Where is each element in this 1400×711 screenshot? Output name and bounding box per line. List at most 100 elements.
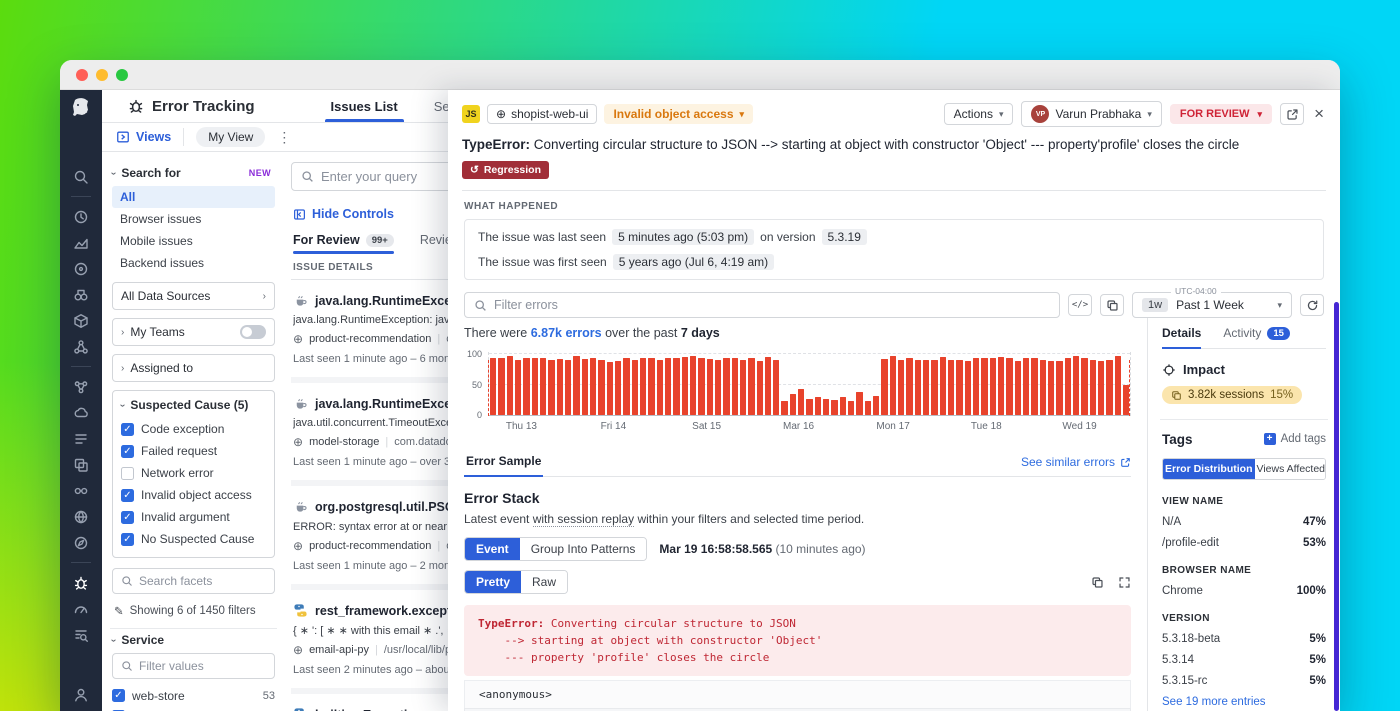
service-facet-header[interactable]: › Service (112, 633, 275, 647)
copy-query-button[interactable] (1100, 294, 1124, 316)
tag-value: Chrome (1162, 585, 1203, 597)
tab-issues-list[interactable]: Issues List (313, 90, 416, 122)
search-for-option[interactable]: Backend issues (112, 252, 275, 274)
assigned-to-facet[interactable]: › Assigned to (112, 354, 275, 382)
see-more-entries-link[interactable]: See 19 more entries (1162, 696, 1326, 708)
sidebar-icon[interactable] (73, 626, 90, 643)
sidebar-icon[interactable] (73, 260, 90, 277)
sidebar-icon[interactable] (73, 312, 90, 329)
my-teams-facet[interactable]: › My Teams (112, 318, 275, 346)
views-button[interactable]: Views (116, 130, 171, 144)
event-button[interactable]: Event (465, 538, 520, 560)
search-for-header[interactable]: › Search for NEW (112, 166, 275, 180)
query-syntax-button[interactable]: </> (1068, 294, 1092, 316)
tab-error-sample[interactable]: Error Sample (464, 448, 543, 476)
zoom-traffic-light[interactable] (116, 69, 128, 81)
checkbox[interactable] (121, 467, 134, 480)
current-view-chip[interactable]: My View (196, 127, 265, 147)
data-sources-selector[interactable]: All Data Sources › (112, 282, 275, 310)
version-value[interactable]: 5.3.19 (822, 229, 867, 245)
actions-button[interactable]: Actions▾ (944, 103, 1014, 125)
sidebar-icon[interactable] (73, 378, 90, 395)
group-into-patterns-button[interactable]: Group Into Patterns (520, 538, 647, 560)
last-seen-value[interactable]: 5 minutes ago (5:03 pm) (612, 229, 754, 245)
sidebar-icon[interactable] (71, 196, 91, 197)
raw-button[interactable]: Raw (521, 571, 567, 593)
search-for-option[interactable]: All (112, 186, 275, 208)
first-seen-value[interactable]: 5 years ago (Jul 6, 4:19 am) (613, 254, 774, 270)
facet-checkbox-row[interactable]: ✓ Failed request (121, 440, 266, 462)
sidebar-icon[interactable] (73, 234, 90, 251)
facet-checkbox-row[interactable]: ✓ Invalid object access (121, 484, 266, 506)
tag-distribution-row[interactable]: Chrome 100% (1162, 585, 1326, 597)
close-traffic-light[interactable] (76, 69, 88, 81)
showing-filters-link[interactable]: ✎ Showing 6 of 1450 filters (114, 604, 273, 618)
triage-status-dropdown[interactable]: FOR REVIEW▾ (1170, 104, 1272, 124)
tag-distribution-row[interactable]: 5.3.18-beta 5% (1162, 633, 1326, 645)
tag-distribution-row[interactable]: 5.3.14 5% (1162, 654, 1326, 666)
tag-distribution-row[interactable]: 5.3.15-rc 5% (1162, 675, 1326, 687)
sidebar-icon[interactable] (73, 208, 90, 225)
datadog-logo-icon[interactable] (69, 96, 93, 120)
filter-values-input[interactable]: Filter values (112, 653, 275, 679)
issue-status-tab[interactable]: For Review99+ (293, 233, 394, 254)
sidebar-icon[interactable] (73, 508, 90, 525)
checkbox[interactable]: ✓ (121, 445, 134, 458)
error-count-link[interactable]: 6.87k errors (531, 326, 602, 340)
tab-activity[interactable]: Activity 15 (1223, 326, 1290, 348)
sidebar-icon[interactable] (71, 366, 91, 367)
sidebar-icon[interactable] (73, 430, 90, 447)
sidebar-icon[interactable] (73, 168, 90, 185)
checkbox[interactable]: ✓ (121, 489, 134, 502)
globe-icon: ⊕ (293, 643, 303, 657)
checkbox[interactable]: ✓ (121, 511, 134, 524)
refresh-button[interactable] (1300, 294, 1324, 316)
tag-distribution-row[interactable]: /profile-edit 53% (1162, 537, 1326, 549)
pretty-button[interactable]: Pretty (465, 571, 521, 593)
sidebar-icon[interactable] (73, 600, 90, 617)
close-panel-icon[interactable]: × (1312, 104, 1326, 124)
see-similar-errors-link[interactable]: See similar errors (1021, 455, 1131, 469)
time-range-selector[interactable]: UTC-04:00 1w Past 1 Week ▾ (1132, 292, 1292, 318)
tag-distribution-row[interactable]: N/A 47% (1162, 516, 1326, 528)
anonymous-frame[interactable]: <anonymous> (464, 680, 1131, 708)
sidebar-icon[interactable] (73, 482, 90, 499)
sidebar-icon[interactable] (73, 574, 90, 591)
minimize-traffic-light[interactable] (96, 69, 108, 81)
panel-scrollbar[interactable] (1334, 302, 1339, 711)
views-affected-tab[interactable]: Views Affected (1255, 459, 1326, 479)
suspected-cause-chip[interactable]: Invalid object access ▾ (604, 104, 753, 124)
sidebar-icon[interactable] (71, 562, 91, 563)
my-teams-toggle[interactable] (240, 325, 266, 339)
service-tag-chip[interactable]: ⊕ shopist-web-ui (487, 104, 597, 124)
fullscreen-icon[interactable] (1118, 576, 1131, 589)
sidebar-icon[interactable] (73, 456, 90, 473)
sessions-impact-pill[interactable]: 3.82k sessions 15% (1162, 386, 1302, 404)
service-checkbox-row[interactable]: ✓ auth-dotnet 51 (112, 706, 275, 711)
facet-checkbox-row[interactable]: ✓ No Suspected Cause (121, 528, 266, 550)
checkbox[interactable]: ✓ (112, 689, 125, 702)
service-checkbox-row[interactable]: ✓ web-store 53 (112, 685, 275, 706)
copy-icon[interactable] (1091, 576, 1104, 589)
view-options-kebab-icon[interactable]: ⋮ (277, 129, 291, 146)
suspected-cause-header[interactable]: › Suspected Cause (5) (121, 398, 266, 412)
checkbox[interactable]: ✓ (121, 423, 134, 436)
checkbox[interactable]: ✓ (121, 533, 134, 546)
search-facets-input[interactable]: Search facets (112, 568, 275, 594)
facet-checkbox-row[interactable]: ✓ Invalid argument (121, 506, 266, 528)
sidebar-icon[interactable] (73, 534, 90, 551)
tab-details[interactable]: Details (1162, 326, 1201, 348)
facet-checkbox-row[interactable]: Network error (121, 462, 266, 484)
sidebar-icon[interactable] (73, 286, 90, 303)
filter-errors-input[interactable]: Filter errors (464, 292, 1060, 318)
open-full-page-button[interactable] (1280, 103, 1304, 125)
error-distribution-tab[interactable]: Error Distribution (1163, 459, 1255, 479)
assignee-button[interactable]: VP Varun Prabhaka▾ (1021, 101, 1161, 127)
facet-checkbox-row[interactable]: ✓ Code exception (121, 418, 266, 440)
sidebar-icon[interactable] (73, 404, 90, 421)
user-account-icon[interactable] (73, 686, 90, 703)
search-for-option[interactable]: Browser issues (112, 208, 275, 230)
search-for-option[interactable]: Mobile issues (112, 230, 275, 252)
add-tags-button[interactable]: + Add tags (1264, 433, 1326, 445)
sidebar-icon[interactable] (73, 338, 90, 355)
